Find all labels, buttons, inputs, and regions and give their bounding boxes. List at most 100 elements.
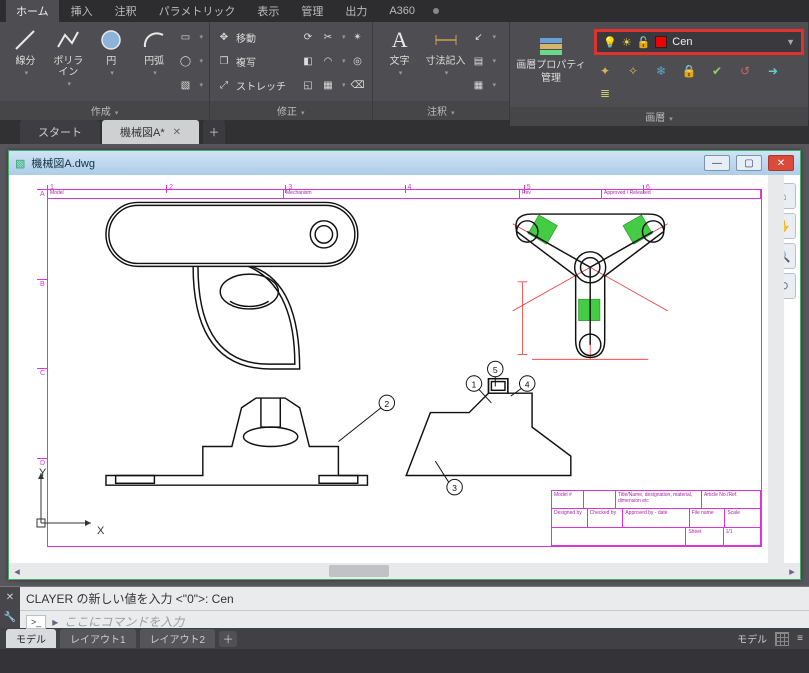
layer-freeze-button[interactable]: ❄: [652, 62, 670, 80]
ellipse-button[interactable]: ◯: [178, 50, 204, 72]
layer-walk-button[interactable]: ➜: [764, 62, 782, 80]
panel-modify: ✥移動 ❐複写 ⤢ストレッチ ⟳ ◧ ◱ ✂ ◠ ▦ ✴ ◎ ⌫ 修正: [210, 22, 373, 120]
menu-tab-view[interactable]: 表示: [247, 0, 289, 22]
doc-tab-active[interactable]: 機械図A* ✕: [102, 120, 199, 144]
tick-h-5: 5: [527, 184, 531, 191]
layout-tab-model[interactable]: モデル: [6, 629, 56, 648]
arc-button[interactable]: 円弧: [135, 26, 174, 77]
menu-tab-output[interactable]: 出力: [335, 0, 377, 22]
circle-label: 円: [106, 56, 116, 67]
scroll-thumb[interactable]: [329, 565, 389, 577]
command-input-row[interactable]: >_ ▸ ここにコマンドを入力: [20, 610, 809, 632]
fillet-button[interactable]: ◠: [320, 50, 346, 72]
explode-icon: ✴: [350, 29, 366, 45]
close-icon[interactable]: ✕: [173, 127, 181, 138]
doc-tab-add[interactable]: ＋: [203, 120, 225, 144]
doc-tab-start[interactable]: スタート: [20, 120, 100, 144]
menu-tab-a360[interactable]: A360: [379, 2, 425, 20]
menu-tab-insert[interactable]: 挿入: [61, 0, 103, 22]
panel-create-label[interactable]: 作成: [0, 101, 209, 120]
canvas-viewport: Model Mechanism Rev Approved / Released …: [9, 175, 800, 563]
arc-label: 円弧: [144, 56, 164, 67]
window-minimize-button[interactable]: —: [704, 155, 730, 171]
explode-button[interactable]: ✴: [350, 26, 366, 48]
line-button[interactable]: 線分: [6, 26, 45, 77]
panel-layers: 画層プロパティ 管理 💡 ☀ 🔓 Cen ▼ ✦ ✧ ❄ 🔒 ✔: [510, 22, 809, 120]
status-grid-icon[interactable]: [775, 632, 789, 646]
mirror-icon: ◧: [300, 53, 316, 69]
scale-icon: ◱: [300, 77, 316, 93]
mtext-button[interactable]: ▦: [471, 74, 497, 96]
layer-match-button[interactable]: ✔: [708, 62, 726, 80]
scroll-left-button[interactable]: ◂: [9, 563, 25, 579]
horizontal-scrollbar[interactable]: ◂ ▸: [9, 563, 800, 579]
panel-create: 線分 ポリライン 円 円弧 ▭ ◯ ▧ 作成: [0, 22, 210, 120]
tb-r2c2: Checked by: [588, 509, 624, 526]
panel-modify-label[interactable]: 修正: [210, 101, 372, 120]
panel-annotation-label[interactable]: 注釈: [373, 101, 509, 120]
current-layer-dropdown[interactable]: 💡 ☀ 🔓 Cen ▼: [594, 29, 804, 55]
polyline-label: ポリライン: [49, 56, 88, 78]
layout-tab-add[interactable]: ＋: [219, 631, 237, 647]
window-maximize-button[interactable]: ▢: [736, 155, 762, 171]
layer-name: Cen: [672, 36, 781, 48]
rectangle-button[interactable]: ▭: [178, 26, 204, 48]
drawing-file-icon: ▧: [15, 157, 25, 170]
rectangle-icon: ▭: [178, 29, 194, 45]
panel-layers-label[interactable]: 画層: [510, 107, 808, 126]
menu-overflow-icon[interactable]: [433, 8, 439, 14]
array-button[interactable]: ▦: [320, 74, 346, 96]
layer-isolate-button[interactable]: ✧: [624, 62, 642, 80]
drawing-window: ▧ 機械図A.dwg — ▢ ✕ Model Mechanism Rev App…: [8, 150, 801, 580]
move-icon: ✥: [216, 29, 232, 45]
status-model-label[interactable]: モデル: [737, 631, 767, 646]
stretch-button[interactable]: ⤢ストレッチ: [216, 74, 296, 96]
scale-button[interactable]: ◱: [300, 74, 316, 96]
leader-button[interactable]: ↙: [471, 26, 497, 48]
layout-tab-2[interactable]: レイアウト2: [140, 629, 216, 648]
drawing-window-titlebar[interactable]: ▧ 機械図A.dwg — ▢ ✕: [9, 151, 800, 175]
layer-properties-button[interactable]: 画層プロパティ 管理: [516, 30, 586, 84]
copy-button[interactable]: ❐複写: [216, 50, 296, 72]
erase-button[interactable]: ⌫: [350, 74, 366, 96]
move-button[interactable]: ✥移動: [216, 26, 296, 48]
tick-h-3: 3: [288, 184, 292, 191]
mirror-button[interactable]: ◧: [300, 50, 316, 72]
polyline-button[interactable]: ポリライン: [49, 26, 88, 88]
cmdline-close-icon[interactable]: ✕: [6, 592, 14, 603]
polyline-icon: [54, 26, 82, 54]
mtext-icon: ▦: [471, 77, 487, 93]
offset-button[interactable]: ◎: [350, 50, 366, 72]
text-icon: A: [386, 26, 414, 54]
text-button[interactable]: A 文字: [379, 26, 421, 77]
scroll-right-button[interactable]: ▸: [784, 563, 800, 579]
line-icon: [11, 26, 39, 54]
trim-button[interactable]: ✂: [320, 26, 346, 48]
circle-button[interactable]: 円: [92, 26, 131, 77]
window-close-button[interactable]: ✕: [768, 155, 794, 171]
ucs-x-label: X: [97, 525, 104, 537]
status-menu-icon[interactable]: ≡: [797, 633, 803, 644]
tb-r3c3: 1/1: [724, 528, 760, 545]
layer-off-button[interactable]: ✦: [596, 62, 614, 80]
drawing-canvas[interactable]: Model Mechanism Rev Approved / Released …: [25, 185, 768, 553]
layer-lock-button[interactable]: 🔒: [680, 62, 698, 80]
command-input[interactable]: ここにコマンドを入力: [64, 613, 184, 630]
layout-tab-1[interactable]: レイアウト1: [60, 629, 136, 648]
menu-tab-parametric[interactable]: パラメトリック: [149, 0, 246, 22]
hatch-button[interactable]: ▧: [178, 74, 204, 96]
table-button[interactable]: ▤: [471, 50, 497, 72]
menu-tab-annotate[interactable]: 注釈: [105, 0, 147, 22]
menu-tab-home[interactable]: ホーム: [6, 0, 59, 22]
dimension-button[interactable]: 寸法記入: [425, 26, 467, 77]
tick-v-a: A: [40, 191, 45, 198]
rotate-button[interactable]: ⟳: [300, 26, 316, 48]
vertical-scrollbar[interactable]: [768, 175, 784, 563]
tick-h-2: 2: [169, 184, 173, 191]
menu-tab-manage[interactable]: 管理: [291, 0, 333, 22]
layer-prev-button[interactable]: ↺: [736, 62, 754, 80]
panel-annotation: A 文字 寸法記入 ↙ ▤ ▦ 注釈: [373, 22, 510, 120]
layer-tool-buttons: ✦ ✧ ❄ 🔒 ✔ ↺ ➜ ≣: [590, 57, 800, 107]
cmdline-config-icon[interactable]: 🔧: [4, 612, 16, 623]
layer-state-button[interactable]: ≣: [596, 84, 614, 102]
